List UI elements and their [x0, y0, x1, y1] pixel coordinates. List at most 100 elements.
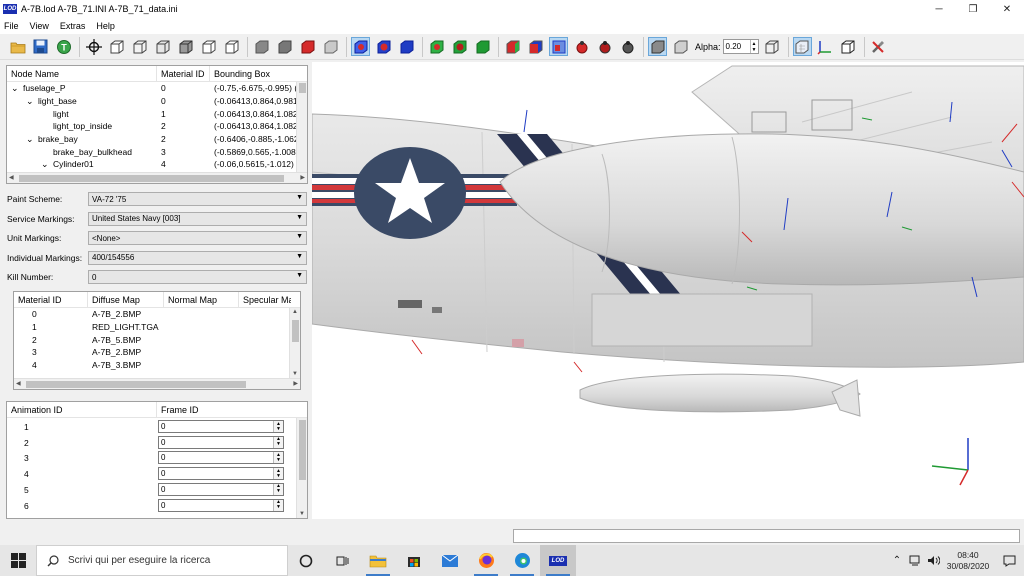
- view-left-icon[interactable]: [153, 37, 172, 56]
- property-combobox[interactable]: United States Navy [003] ▼: [88, 211, 307, 226]
- materials-hscrollbar[interactable]: ◀ ▶: [14, 378, 300, 389]
- 3d-viewport[interactable]: [312, 62, 1024, 519]
- mail-icon[interactable]: [432, 545, 468, 576]
- material-row[interactable]: 3 A-7B_2.BMP: [14, 346, 300, 359]
- green-cube-icon[interactable]: [473, 37, 492, 56]
- column-node-name[interactable]: Node Name: [7, 66, 157, 82]
- column-material-id[interactable]: Material ID: [157, 66, 210, 82]
- view-right-icon[interactable]: [176, 37, 195, 56]
- property-combobox[interactable]: 400/154556 ▼: [88, 250, 307, 265]
- file-explorer-icon[interactable]: [360, 545, 396, 576]
- spin-arrows-icon[interactable]: ▲ ▼: [273, 499, 283, 511]
- chevron-down-icon[interactable]: ⌄: [41, 159, 53, 170]
- view-bottom-icon[interactable]: [222, 37, 241, 56]
- tree-node-row[interactable]: brake_bay_bulkhead 3 (-0.5869,0.565,-1.008…: [7, 145, 307, 158]
- green-wire-icon[interactable]: [427, 37, 446, 56]
- alpha-spinbox[interactable]: 0.20 ▲ ▼: [722, 39, 759, 54]
- crosshair-icon[interactable]: [84, 37, 103, 56]
- column-diffuse-map[interactable]: Diffuse Map: [88, 292, 164, 308]
- material-row[interactable]: 4 A-7B_3.BMP: [14, 359, 300, 372]
- column-normal-map[interactable]: Normal Map: [164, 292, 239, 308]
- material-row[interactable]: 1 RED_LIGHT.TGA: [14, 321, 300, 334]
- property-combobox[interactable]: 0 ▼: [88, 270, 307, 285]
- material-row[interactable]: 0 A-7B_2.BMP: [14, 308, 300, 321]
- frame-id-spinbox[interactable]: 0 ▲ ▼: [158, 467, 284, 481]
- scroll-left-icon[interactable]: ◀: [9, 174, 14, 181]
- alpha-spin-arrows-icon[interactable]: ▲ ▼: [749, 40, 758, 53]
- close-button[interactable]: ✕: [990, 0, 1024, 18]
- frame-id-spinbox[interactable]: 0 ▲ ▼: [158, 435, 284, 449]
- tree-node-row[interactable]: ⌄ fuselage_P 0 (-0.75,-6.675,-0.995) (: [7, 82, 307, 95]
- bug-red-icon[interactable]: [572, 37, 591, 56]
- wireframe-blue-icon[interactable]: [351, 37, 370, 56]
- column-material-id[interactable]: Material ID: [14, 292, 88, 308]
- multicolor-cube-icon[interactable]: [503, 37, 522, 56]
- scroll-down-icon[interactable]: ▼: [292, 371, 298, 377]
- tree-node-row[interactable]: ⌄ light_base 0 (-0.06413,0.864,0.9812: [7, 95, 307, 108]
- task-view-icon[interactable]: [324, 545, 360, 576]
- menu-help[interactable]: Help: [96, 21, 115, 31]
- scroll-right-icon[interactable]: ▶: [300, 174, 305, 181]
- light-cube-icon[interactable]: [321, 37, 340, 56]
- bounding-box-icon[interactable]: [839, 37, 858, 56]
- node-tree-vscrollbar[interactable]: [296, 82, 307, 172]
- chevron-down-icon[interactable]: ⌄: [11, 83, 23, 94]
- spin-arrows-icon[interactable]: ▲ ▼: [273, 452, 283, 464]
- wire-cube-icon[interactable]: [763, 37, 782, 56]
- scroll-right-icon[interactable]: ▶: [293, 380, 298, 387]
- frame-id-spinbox[interactable]: 0 ▲ ▼: [158, 498, 284, 512]
- shaded-solid-icon[interactable]: [252, 37, 271, 56]
- frame-id-spinbox[interactable]: 0 ▲ ▼: [158, 420, 284, 433]
- scroll-thumb[interactable]: [19, 175, 284, 182]
- frame-id-spinbox[interactable]: 0 ▲ ▼: [158, 482, 284, 496]
- tools-icon[interactable]: [869, 37, 888, 56]
- notifications-icon[interactable]: [994, 545, 1024, 576]
- scroll-thumb[interactable]: [299, 420, 306, 480]
- spin-arrows-icon[interactable]: ▲ ▼: [273, 421, 283, 432]
- view-top-icon[interactable]: [199, 37, 218, 56]
- tree-node-row[interactable]: light_top_inside 2 (-0.06413,0.864,1.082): [7, 120, 307, 133]
- bug-gray-icon[interactable]: [618, 37, 637, 56]
- system-clock[interactable]: 08:40 30/08/2020: [942, 550, 994, 572]
- tree-node-row[interactable]: ⌄ brake_bay 2 (-0.6406,-0.885,-1.062: [7, 133, 307, 146]
- edge-icon[interactable]: [504, 545, 540, 576]
- animation-vscrollbar[interactable]: ▼: [296, 418, 307, 518]
- spin-arrows-icon[interactable]: ▲ ▼: [273, 436, 283, 448]
- column-frame-id[interactable]: Frame ID: [157, 402, 297, 418]
- scroll-thumb[interactable]: [299, 83, 306, 93]
- save-icon[interactable]: [31, 37, 50, 56]
- column-animation-id[interactable]: Animation ID: [7, 402, 157, 418]
- maximize-button[interactable]: ❐: [956, 0, 990, 18]
- materials-vscrollbar[interactable]: ▲ ▼: [289, 308, 300, 378]
- lod-editor-taskbar-icon[interactable]: LOD: [540, 545, 576, 576]
- grid-box-icon[interactable]: [792, 37, 812, 56]
- scroll-thumb[interactable]: [26, 381, 246, 388]
- scroll-down-icon[interactable]: ▼: [299, 511, 305, 517]
- volume-icon[interactable]: [924, 545, 942, 576]
- axes-icon[interactable]: [816, 37, 835, 56]
- solid-gray-cube-icon[interactable]: [648, 37, 667, 56]
- scroll-left-icon[interactable]: ◀: [16, 380, 21, 387]
- property-combobox[interactable]: VA-72 '75 ▼: [88, 192, 307, 206]
- column-bounding-box[interactable]: Bounding Box: [210, 66, 298, 82]
- node-tree-hscrollbar[interactable]: ◀ ▶: [7, 172, 307, 183]
- cortana-icon[interactable]: [288, 545, 324, 576]
- view-front-icon[interactable]: [107, 37, 126, 56]
- tree-node-row[interactable]: ⌄ Cylinder01 4 (-0.06,0.5615,-1.012) (: [7, 158, 307, 171]
- frame-id-spinbox[interactable]: 0 ▲ ▼: [158, 451, 284, 465]
- bug-dark-icon[interactable]: [595, 37, 614, 56]
- column-specular-map[interactable]: Specular Ma: [239, 292, 291, 308]
- green-red-cube-icon[interactable]: [450, 37, 469, 56]
- spin-arrows-icon[interactable]: ▲ ▼: [273, 483, 283, 495]
- red-cube-icon[interactable]: [298, 37, 317, 56]
- chevron-down-icon[interactable]: ⌄: [26, 96, 38, 107]
- scroll-up-icon[interactable]: ▲: [292, 309, 298, 315]
- firefox-icon[interactable]: [468, 545, 504, 576]
- scroll-thumb[interactable]: [292, 320, 299, 342]
- taskbar-search-box[interactable]: Scrivi qui per eseguire la ricerca: [36, 545, 288, 576]
- rgb-cube-icon[interactable]: [526, 37, 545, 56]
- chevron-down-icon[interactable]: ⌄: [26, 134, 38, 145]
- network-icon[interactable]: [906, 545, 924, 576]
- menu-file[interactable]: File: [4, 21, 19, 31]
- view-back-icon[interactable]: [130, 37, 149, 56]
